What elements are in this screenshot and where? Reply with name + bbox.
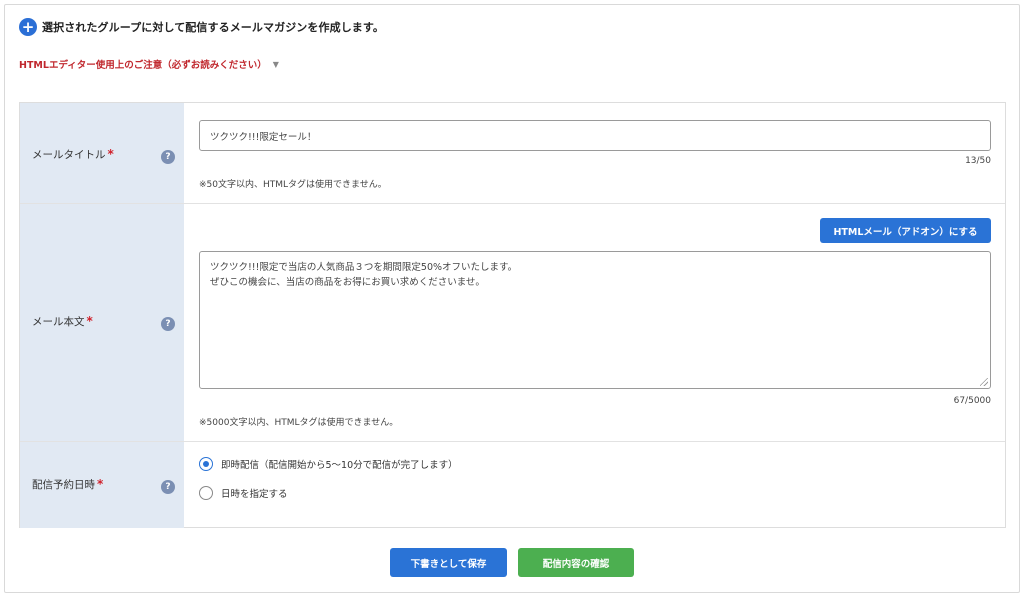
help-icon[interactable]: ? xyxy=(161,150,175,164)
radio-option-immediate[interactable]: 即時配信（配信開始から5〜10分で配信が完了します） xyxy=(199,457,458,471)
mail-body-line: ぜひこの機会に、当店の商品をお得にお買い求めくださいませ。 xyxy=(210,277,485,288)
radio-option-label: 即時配信（配信開始から5〜10分で配信が完了します） xyxy=(221,460,458,471)
help-icon[interactable]: ? xyxy=(161,480,175,494)
field-label: 配信予約日時 * xyxy=(32,477,103,492)
required-mark: * xyxy=(86,314,93,328)
required-mark: * xyxy=(97,477,104,491)
radio-button[interactable] xyxy=(199,486,213,500)
confirm-delivery-button[interactable]: 配信内容の確認 xyxy=(518,548,634,577)
html-editor-notice-toggle[interactable]: HTMLエディター使用上のご注意（必ずお読みください） ▼ xyxy=(19,57,279,72)
radio-option-specify-datetime[interactable]: 日時を指定する xyxy=(199,486,288,500)
content-cell: 即時配信（配信開始から5〜10分で配信が完了します） 日時を指定する xyxy=(184,442,1005,528)
form-row-title: メールタイトル * ? ツクツク!!!限定セール！ 13/50 ※50文字以内、H… xyxy=(20,103,1005,204)
help-icon[interactable]: ? xyxy=(161,317,175,331)
content-cell: ツクツク!!!限定セール！ 13/50 ※50文字以内、HTMLタグは使用できま… xyxy=(184,103,1005,203)
content-cell: HTMLメール（アドオン）にする ツクツク!!!限定で当店の人気商品３つを期間限… xyxy=(184,204,1005,441)
page-title: 選択されたグループに対して配信するメールマガジンを作成します。 xyxy=(42,21,385,34)
caret-down-icon: ▼ xyxy=(272,59,279,69)
body-hint: ※5000文字以内、HTMLタグは使用できません。 xyxy=(199,418,399,428)
mail-body-textarea[interactable]: ツクツク!!!限定で当店の人気商品３つを期間限定50%オフいたします。 ぜひこの… xyxy=(199,251,991,389)
required-mark: * xyxy=(107,147,114,161)
field-label-text: 配信予約日時 xyxy=(32,479,95,491)
title-char-counter: 13/50 xyxy=(965,156,991,166)
save-draft-button[interactable]: 下書きとして保存 xyxy=(390,548,507,577)
form-row-schedule: 配信予約日時 * ? 即時配信（配信開始から5〜10分で配信が完了します） 日時を… xyxy=(20,442,1005,528)
label-cell: 配信予約日時 * ? xyxy=(20,442,184,528)
title-hint: ※50文字以内、HTMLタグは使用できません。 xyxy=(199,180,387,190)
label-cell: メールタイトル * ? xyxy=(20,103,184,203)
plus-circle-icon: + xyxy=(19,18,37,36)
field-label-text: メールタイトル xyxy=(32,149,106,161)
mail-title-value: ツクツク!!!限定セール！ xyxy=(210,131,317,143)
body-char-counter: 67/5000 xyxy=(953,396,991,406)
html-mail-addon-button[interactable]: HTMLメール（アドオン）にする xyxy=(820,218,991,243)
mail-magazine-panel: + 選択されたグループに対して配信するメールマガジンを作成します。 HTMLエデ… xyxy=(4,4,1020,593)
notice-text: HTMLエディター使用上のご注意（必ずお読みください） xyxy=(19,60,267,71)
mail-body-line: ツクツク!!!限定で当店の人気商品３つを期間限定50%オフいたします。 xyxy=(210,262,518,273)
radio-option-label: 日時を指定する xyxy=(221,489,288,500)
mail-title-input[interactable]: ツクツク!!!限定セール！ xyxy=(199,120,991,151)
field-label-text: メール本文 xyxy=(32,316,85,328)
resize-handle-icon[interactable] xyxy=(980,378,988,386)
page-header: + 選択されたグループに対して配信するメールマガジンを作成します。 xyxy=(19,17,384,37)
field-label: メールタイトル * xyxy=(32,147,114,162)
label-cell: メール本文 * ? xyxy=(20,204,184,441)
form-row-body: メール本文 * ? HTMLメール（アドオン）にする ツクツク!!!限定で当店の人… xyxy=(20,204,1005,442)
mail-form: メールタイトル * ? ツクツク!!!限定セール！ 13/50 ※50文字以内、H… xyxy=(19,102,1006,528)
field-label: メール本文 * xyxy=(32,314,93,329)
radio-button-checked[interactable] xyxy=(199,457,213,471)
